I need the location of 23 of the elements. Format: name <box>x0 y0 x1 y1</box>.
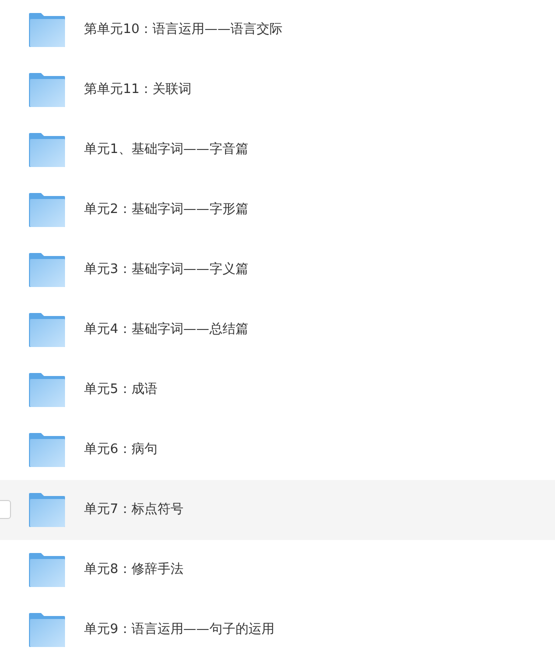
folder-name[interactable]: 第单元10：语言运用——语言交际 <box>84 20 283 40</box>
folder-name[interactable]: 单元5：成语 <box>84 380 158 400</box>
folder-icon <box>29 193 65 227</box>
folder-icon <box>29 13 65 47</box>
folder-icon <box>29 253 65 287</box>
folder-name[interactable]: 第单元11：关联词 <box>84 80 192 100</box>
folder-icon <box>29 133 65 167</box>
folder-icon <box>29 433 65 467</box>
folder-icon <box>29 493 65 527</box>
folder-row[interactable]: 单元7：标点符号 <box>0 480 555 540</box>
folder-name[interactable]: 单元6：病句 <box>84 440 158 460</box>
folder-name[interactable]: 单元7：标点符号 <box>84 500 184 520</box>
folder-name[interactable]: 单元4：基础字词——总结篇 <box>84 320 248 340</box>
folder-icon <box>29 73 65 107</box>
folder-icon <box>29 373 65 407</box>
folder-name[interactable]: 单元2：基础字词——字形篇 <box>84 200 248 220</box>
folder-name[interactable]: 单元3：基础字词——字义篇 <box>84 260 248 280</box>
folder-name[interactable]: 单元9：语言运用——句子的运用 <box>84 620 274 640</box>
folder-icon <box>29 553 65 587</box>
folder-name[interactable]: 单元8：修辞手法 <box>84 560 184 580</box>
folder-icon <box>29 613 65 647</box>
folder-icon <box>29 313 65 347</box>
folder-name[interactable]: 单元1、基础字词——字音篇 <box>84 140 248 160</box>
